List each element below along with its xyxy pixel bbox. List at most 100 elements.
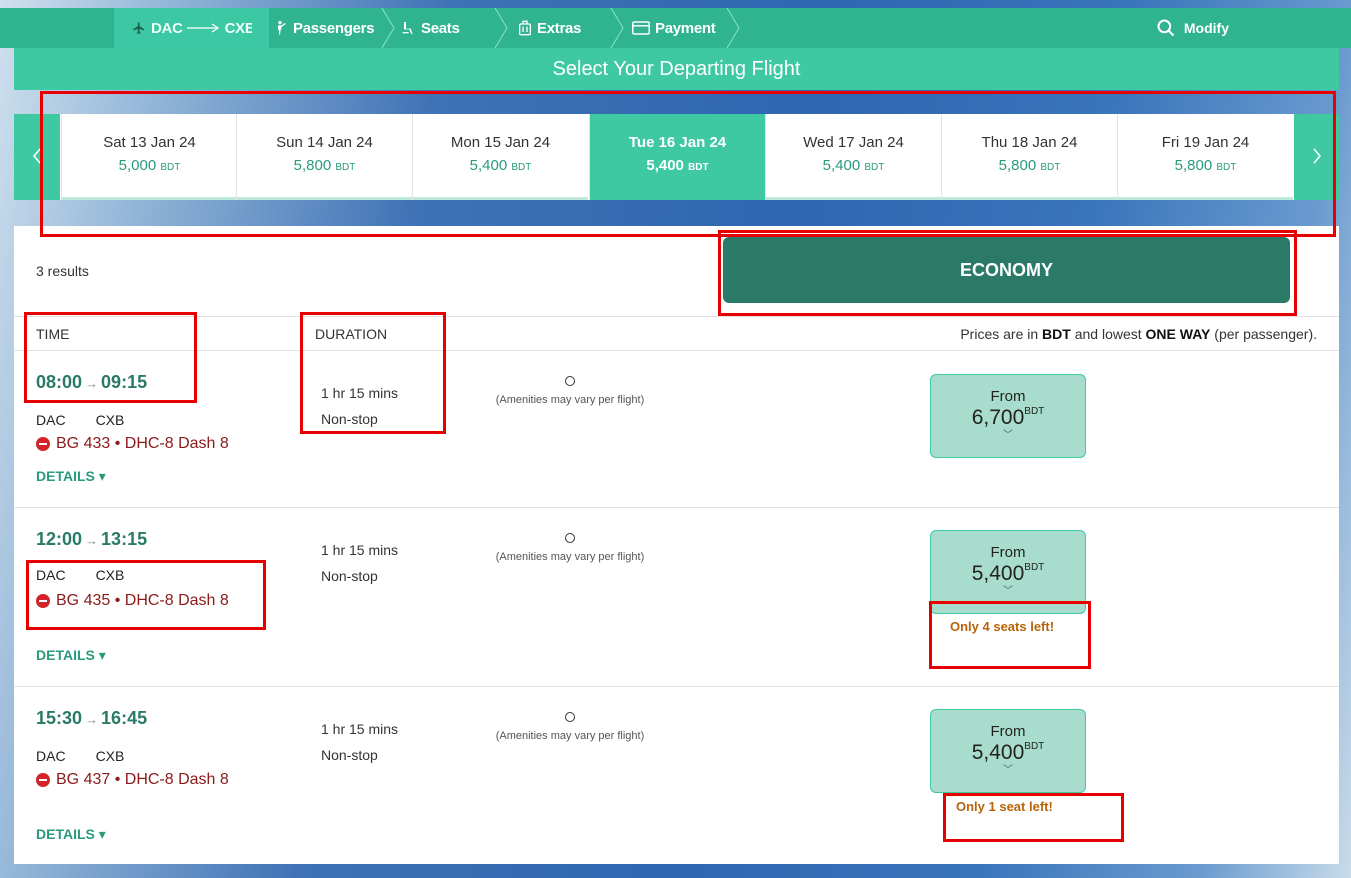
price-note: Prices are in BDT and lowest ONE WAY (pe… bbox=[960, 326, 1317, 342]
arrival-time: 09:15 bbox=[101, 372, 148, 392]
date-label: Mon 15 Jan 24 bbox=[450, 134, 551, 151]
date-currency: BDT bbox=[511, 162, 532, 173]
date-currency: BDT bbox=[688, 162, 709, 173]
date-label: Thu 18 Jan 24 bbox=[981, 134, 1078, 151]
chevron-right-icon bbox=[1312, 144, 1322, 170]
column-header-duration: DURATION bbox=[315, 326, 388, 342]
carousel-next-button[interactable] bbox=[1294, 114, 1339, 200]
airline-logo-icon bbox=[36, 773, 50, 787]
results-panel: 3 results ECONOMY TIME DURATION Prices a… bbox=[14, 226, 1339, 864]
chevron-down-icon: ﹀ bbox=[1003, 430, 1013, 441]
search-icon bbox=[1157, 19, 1175, 37]
airport-codes: DAC CXB bbox=[36, 567, 125, 583]
flight-number: BG 435 • DHC-8 Dash 8 bbox=[36, 592, 229, 610]
step-route[interactable]: DAC CXB bbox=[114, 8, 270, 48]
economy-cabin-button[interactable]: ECONOMY bbox=[723, 237, 1290, 303]
date-option[interactable]: Fri 19 Jan 24 5,800 BDT bbox=[1117, 114, 1293, 200]
date-label: Sun 14 Jan 24 bbox=[276, 134, 373, 151]
step-separator-icon bbox=[381, 8, 395, 48]
fare-button[interactable]: From 6,700BDT ﹀ bbox=[930, 374, 1086, 458]
flight-times: 08:00 → 09:15 bbox=[36, 372, 147, 393]
flight-times: 12:00 → 13:15 bbox=[36, 529, 147, 550]
date-currency: BDT bbox=[1216, 162, 1237, 173]
booking-steps-nav: DAC CXB Passengers Seats Extras Payment bbox=[0, 8, 1351, 48]
date-label: Sat 13 Jan 24 bbox=[103, 134, 196, 151]
step-extras[interactable]: Extras bbox=[518, 8, 581, 48]
arrow-right-icon: → bbox=[85, 376, 99, 391]
amenities: (Amenities may vary per flight) bbox=[480, 712, 660, 742]
fare-button[interactable]: From 5,400BDT ﹀ bbox=[930, 709, 1086, 793]
flight-number: BG 437 • DHC-8 Dash 8 bbox=[36, 771, 229, 789]
date-option[interactable]: Wed 17 Jan 24 5,400 BDT bbox=[765, 114, 941, 200]
date-carousel: Sat 13 Jan 24 5,000 BDT Sun 14 Jan 24 5,… bbox=[14, 114, 1339, 200]
arrival-time: 16:45 bbox=[101, 708, 148, 728]
airline-logo-icon bbox=[36, 594, 50, 608]
flight-number: BG 433 • DHC-8 Dash 8 bbox=[36, 435, 229, 453]
date-label: Wed 17 Jan 24 bbox=[803, 134, 904, 151]
step-passengers[interactable]: Passengers bbox=[272, 8, 375, 48]
step-separator-icon bbox=[494, 8, 508, 48]
step-passengers-label: Passengers bbox=[293, 19, 375, 37]
flight-row: 12:00 → 13:15 DAC CXB BG 435 • DHC-8 Dash 8… bbox=[14, 508, 1339, 686]
flight-duration: 1 hr 15 mins Non-stop bbox=[321, 721, 399, 763]
flight-times: 15:30 → 16:45 bbox=[36, 708, 147, 729]
fare-price: 6,700 bbox=[971, 406, 1025, 429]
date-label: Fri 19 Jan 24 bbox=[1161, 134, 1250, 151]
departure-time: 08:00 bbox=[36, 372, 83, 392]
step-separator-icon bbox=[252, 8, 264, 48]
passenger-icon bbox=[272, 20, 288, 36]
date-currency: BDT bbox=[335, 162, 356, 173]
amenities: (Amenities may vary per flight) bbox=[480, 533, 660, 563]
date-price: 5,800 bbox=[998, 157, 1037, 174]
arrival-time: 13:15 bbox=[101, 529, 148, 549]
luggage-icon bbox=[518, 20, 532, 36]
arrow-right-icon: → bbox=[85, 533, 99, 548]
date-price: 5,000 bbox=[118, 157, 157, 174]
modify-search-button[interactable]: Modify bbox=[1156, 8, 1229, 48]
details-toggle[interactable]: DETAILS ▾ bbox=[36, 647, 106, 664]
amenity-icon bbox=[565, 533, 575, 543]
flight-duration: 1 hr 15 mins Non-stop bbox=[321, 542, 399, 584]
date-price: 5,800 bbox=[1174, 157, 1213, 174]
date-label: Tue 16 Jan 24 bbox=[628, 134, 727, 151]
results-count: 3 results bbox=[36, 263, 89, 279]
airplane-icon bbox=[132, 21, 146, 35]
step-separator-icon bbox=[726, 8, 740, 48]
arrow-right-icon: → bbox=[85, 712, 99, 727]
step-extras-label: Extras bbox=[537, 19, 582, 37]
fare-price: 5,400 bbox=[971, 562, 1025, 585]
details-toggle[interactable]: DETAILS ▾ bbox=[36, 468, 106, 485]
airport-codes: DAC CXB bbox=[36, 412, 125, 428]
date-price: 5,400 bbox=[469, 157, 508, 174]
date-currency: BDT bbox=[864, 162, 885, 173]
fare-button[interactable]: From 5,400BDT ﹀ bbox=[930, 530, 1086, 614]
airport-codes: DAC CXB bbox=[36, 748, 125, 764]
date-option[interactable]: Mon 15 Jan 24 5,400 BDT bbox=[412, 114, 588, 200]
departure-time: 12:00 bbox=[36, 529, 83, 549]
step-payment-label: Payment bbox=[655, 19, 716, 37]
details-toggle[interactable]: DETAILS ▾ bbox=[36, 826, 106, 843]
date-option[interactable]: Sat 13 Jan 24 5,000 BDT bbox=[61, 114, 237, 200]
date-currency: BDT bbox=[1040, 162, 1061, 173]
date-price: 5,400 bbox=[646, 157, 684, 174]
date-price: 5,400 bbox=[822, 157, 861, 174]
step-route-dest: CXB bbox=[224, 19, 256, 37]
amenity-icon bbox=[565, 712, 575, 722]
date-price: 5,800 bbox=[293, 157, 332, 174]
amenities: (Amenities may vary per flight) bbox=[480, 376, 660, 406]
seats-left-warning: Only 4 seats left! bbox=[950, 619, 1055, 634]
carousel-prev-button[interactable] bbox=[14, 114, 60, 200]
date-option[interactable]: Thu 18 Jan 24 5,800 BDT bbox=[941, 114, 1117, 200]
date-option[interactable]: Sun 14 Jan 24 5,800 BDT bbox=[236, 114, 412, 200]
step-seats[interactable]: Seats bbox=[400, 8, 460, 48]
column-header-time: TIME bbox=[36, 326, 70, 342]
modify-label: Modify bbox=[1183, 20, 1229, 36]
date-option-selected[interactable]: Tue 16 Jan 24 5,400 BDT bbox=[589, 114, 765, 200]
seats-left-warning: Only 1 seat left! bbox=[956, 799, 1053, 814]
airline-logo-icon bbox=[36, 437, 50, 451]
step-payment[interactable]: Payment bbox=[632, 8, 716, 48]
page-title: Select Your Departing Flight bbox=[14, 48, 1339, 90]
seat-icon bbox=[400, 20, 416, 36]
chevron-down-icon: ﹀ bbox=[1003, 765, 1013, 776]
amenity-icon bbox=[565, 376, 575, 386]
